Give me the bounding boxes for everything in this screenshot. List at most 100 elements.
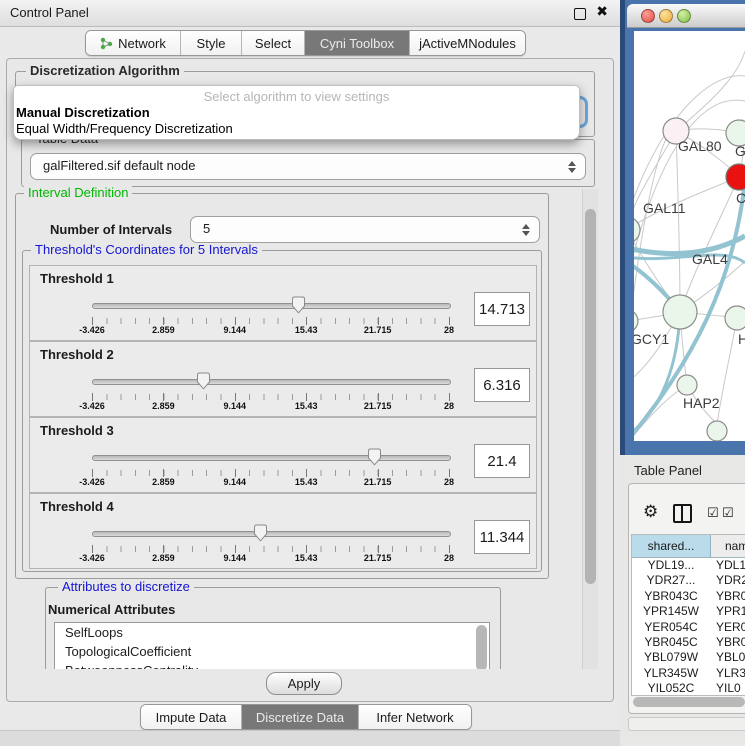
slider-track[interactable] bbox=[92, 531, 451, 537]
algorithm-option-equal-width-frequency[interactable]: Equal Width/Frequency Discretization bbox=[16, 121, 233, 137]
slider-tick-labels: -3.426 2.859 9.144 15.43 21.715 28 bbox=[92, 325, 449, 337]
node-bottom[interactable] bbox=[707, 421, 727, 441]
column-header-shared-name[interactable]: shared... bbox=[632, 535, 711, 557]
slider-ticks bbox=[92, 318, 449, 324]
node-gal11[interactable] bbox=[634, 217, 640, 243]
table-panel: Table Panel ⚙ ☑ ☑ shared... name YDL19..… bbox=[620, 455, 745, 745]
table-horizontal-scrollbar[interactable] bbox=[633, 697, 745, 707]
float-window-icon[interactable] bbox=[574, 8, 586, 20]
tab-infer-network-label: Infer Network bbox=[376, 710, 453, 725]
number-of-intervals-combobox[interactable]: 5 bbox=[190, 216, 540, 243]
node-label-h: H bbox=[738, 331, 745, 347]
slider-track[interactable] bbox=[92, 303, 451, 309]
algorithm-option-manual-discretization[interactable]: Manual Discretization bbox=[16, 105, 150, 121]
threshold-3-slider[interactable] bbox=[92, 448, 449, 466]
slider-track[interactable] bbox=[92, 379, 451, 385]
panel-scrollbar[interactable] bbox=[582, 189, 598, 669]
threshold-4-label: Threshold 4 bbox=[40, 499, 114, 514]
slider-handle[interactable] bbox=[253, 524, 268, 542]
slider-handle[interactable] bbox=[196, 372, 211, 390]
node-red-selected[interactable] bbox=[726, 164, 745, 190]
node-label-partial-c: C bbox=[736, 190, 745, 206]
table-row[interactable]: YER054CYER0 bbox=[632, 620, 745, 635]
threshold-2-value-field[interactable]: 6.316 bbox=[474, 368, 530, 402]
list-item[interactable]: SelfLoops bbox=[55, 623, 489, 642]
tab-infer-network[interactable]: Infer Network bbox=[359, 705, 471, 729]
discretization-algorithm-title: Discretization Algorithm bbox=[26, 64, 184, 78]
tab-select[interactable]: Select bbox=[242, 31, 305, 55]
mac-minimize-button[interactable] bbox=[659, 9, 673, 23]
table-row[interactable]: YDR27...YDR2 bbox=[632, 573, 745, 588]
slider-track[interactable] bbox=[92, 455, 451, 461]
slider-tick-labels: -3.426 2.859 9.144 15.43 21.715 28 bbox=[92, 553, 449, 565]
tab-select-label: Select bbox=[255, 36, 291, 51]
table-row[interactable]: YBL079WYBL0 bbox=[632, 650, 745, 665]
node-label-gal4: GAL4 bbox=[692, 251, 728, 267]
threshold-3-value-field[interactable]: 21.4 bbox=[474, 444, 530, 478]
table-data-value: galFiltered.sif default node bbox=[43, 154, 195, 178]
node-h[interactable] bbox=[725, 306, 745, 330]
tab-discretize-data-label: Discretize Data bbox=[256, 710, 344, 725]
table-row[interactable]: YBR043CYBR0 bbox=[632, 589, 745, 604]
network-window-titlebar[interactable] bbox=[627, 4, 745, 28]
slider-handle[interactable] bbox=[367, 448, 382, 466]
numerical-attributes-label: Numerical Attributes bbox=[48, 602, 175, 617]
cyni-mode-tabbar: Impute Data Discretize Data Infer Networ… bbox=[140, 704, 472, 730]
threshold-4-value-field[interactable]: 11.344 bbox=[474, 520, 530, 554]
apply-button[interactable]: Apply bbox=[266, 672, 342, 695]
node-gcy1[interactable] bbox=[634, 310, 638, 332]
slider-ticks bbox=[92, 546, 449, 552]
list-scrollbar[interactable] bbox=[476, 625, 487, 669]
tab-impute-data-label: Impute Data bbox=[156, 710, 227, 725]
network-canvas[interactable]: GAL80 GA C GAL11 GAL4 GCY1 H HAP2 bbox=[634, 31, 745, 441]
table-row[interactable]: YPR145WYPR1 bbox=[632, 604, 745, 619]
table-panel-title: Table Panel bbox=[634, 463, 702, 478]
table-row[interactable]: YDL19...YDL1 bbox=[632, 558, 745, 573]
tab-cyni-toolbox-label: Cyni Toolbox bbox=[320, 36, 394, 51]
table-header-row: shared... name bbox=[632, 535, 745, 558]
checkbox-icon[interactable]: ☑ bbox=[722, 506, 734, 521]
table-row[interactable]: YBR045CYBR0 bbox=[632, 635, 745, 650]
list-item[interactable]: BetweennessCentrality bbox=[55, 661, 489, 669]
combo-spinner-icon bbox=[567, 160, 576, 174]
control-panel: Control Panel ✖ Network Style Select Cyn… bbox=[0, 0, 620, 745]
threshold-1-slider[interactable] bbox=[92, 296, 449, 314]
panel-scrollbar-thumb[interactable] bbox=[585, 209, 596, 584]
network-icon bbox=[100, 37, 113, 50]
bottom-strip bbox=[0, 730, 620, 746]
attributes-to-discretize-title: Attributes to discretize bbox=[58, 580, 194, 594]
attributes-to-discretize-group: Attributes to discretize Numerical Attri… bbox=[45, 587, 501, 669]
table-panel-body: ⚙ ☑ ☑ shared... name YDL19...YDL1 YDR27.… bbox=[628, 483, 745, 714]
column-header-name[interactable]: name bbox=[711, 535, 745, 557]
tab-style[interactable]: Style bbox=[181, 31, 242, 55]
threshold-1-box: Threshold 1 -3.426 2.859 9.144 15.43 21.… bbox=[29, 265, 537, 341]
tab-discretize-data[interactable]: Discretize Data bbox=[242, 705, 359, 729]
table-row[interactable]: YIL052CYIL0 bbox=[632, 681, 745, 696]
tab-cyni-toolbox[interactable]: Cyni Toolbox bbox=[305, 31, 410, 55]
table-row[interactable]: YLR345WYLR3 bbox=[632, 666, 745, 681]
tab-jactivemnodules[interactable]: jActiveMNodules bbox=[410, 31, 525, 55]
tab-impute-data[interactable]: Impute Data bbox=[141, 705, 242, 729]
algorithm-popup-placeholder: Select algorithm to view settings bbox=[14, 89, 579, 104]
combo-spinner-icon bbox=[521, 223, 530, 237]
node-hap2[interactable] bbox=[677, 375, 697, 395]
slider-handle[interactable] bbox=[291, 296, 306, 314]
network-graph: GAL80 GA C GAL11 GAL4 GCY1 H HAP2 bbox=[634, 31, 745, 441]
threshold-2-slider[interactable] bbox=[92, 372, 449, 390]
panel-title: Control Panel bbox=[10, 0, 89, 26]
mac-close-button[interactable] bbox=[641, 9, 655, 23]
checkbox-icon[interactable]: ☑ bbox=[707, 506, 719, 521]
table-data-combobox[interactable]: galFiltered.sif default node bbox=[30, 153, 586, 180]
node-gal4[interactable] bbox=[663, 295, 697, 329]
split-columns-icon[interactable] bbox=[673, 504, 692, 523]
close-icon[interactable]: ✖ bbox=[596, 4, 608, 20]
threshold-4-slider[interactable] bbox=[92, 524, 449, 542]
slider-tick-labels: -3.426 2.859 9.144 15.43 21.715 28 bbox=[92, 401, 449, 413]
mac-zoom-button[interactable] bbox=[677, 9, 691, 23]
slider-ticks bbox=[92, 470, 449, 476]
tab-network[interactable]: Network bbox=[86, 31, 181, 55]
gear-icon[interactable]: ⚙ bbox=[643, 502, 658, 522]
list-item[interactable]: TopologicalCoefficient bbox=[55, 642, 489, 661]
threshold-1-value-field[interactable]: 14.713 bbox=[474, 292, 530, 326]
apply-button-label: Apply bbox=[288, 676, 321, 691]
